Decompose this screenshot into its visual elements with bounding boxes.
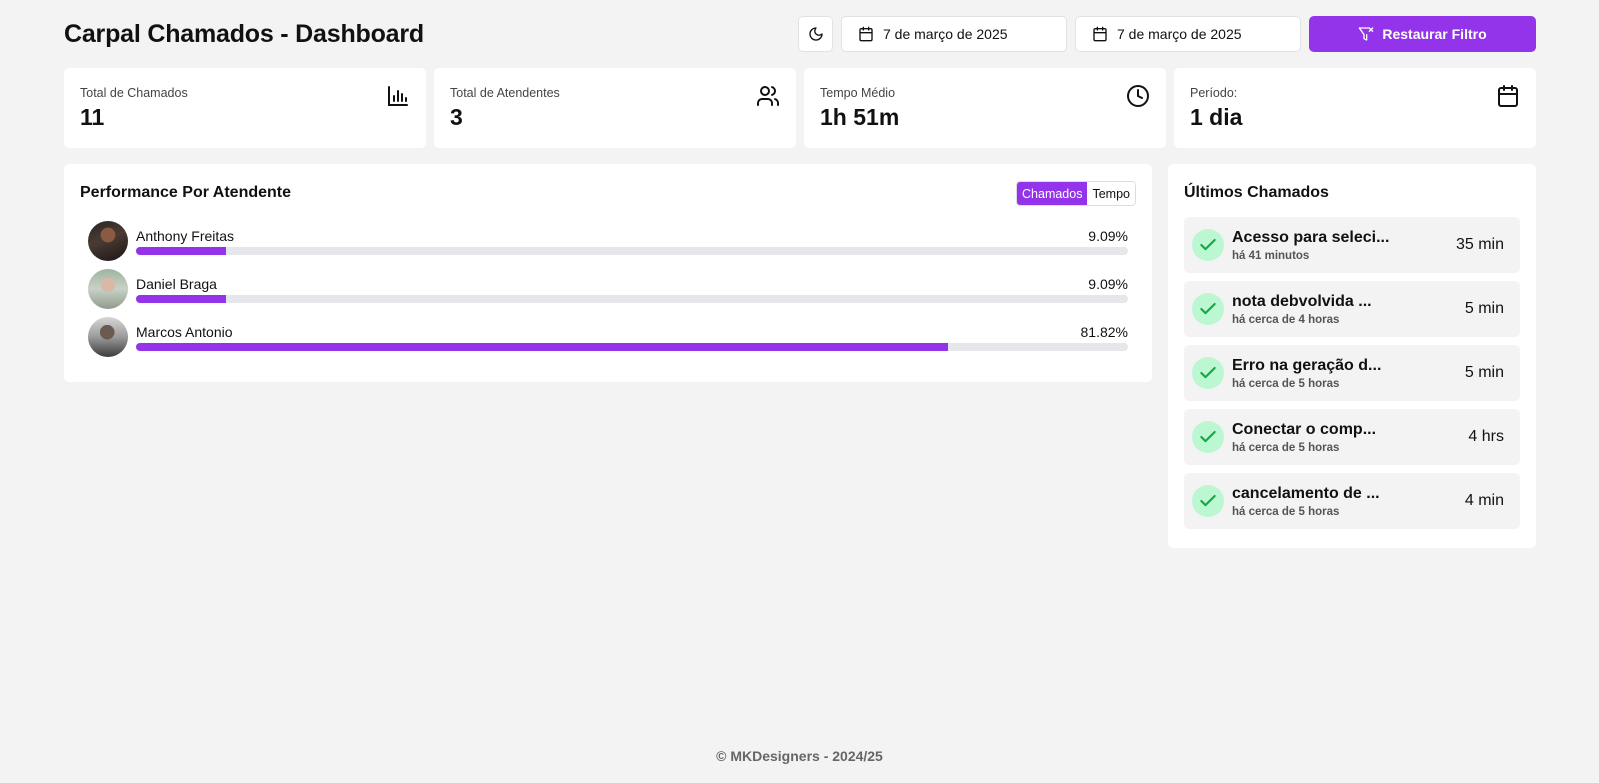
stat-value: 1 dia [1190,104,1243,130]
bar-chart-icon [388,86,408,106]
progress-track [136,294,1128,303]
agent-name: Marcos Antonio [136,323,233,340]
ticket-duration: 5 min [1464,364,1504,381]
clock-icon [1127,85,1149,107]
ticket-title: Acesso para seleci... [1232,228,1390,246]
check-icon [1200,302,1216,315]
ticket-duration: 35 min [1455,236,1504,253]
ticket-title: Erro na geração d... [1232,356,1382,374]
progress-fill [136,246,227,255]
ticket-duration: 5 min [1464,300,1504,317]
toggle-tempo[interactable]: Tempo [1087,182,1135,205]
ticket-time: há cerca de 5 horas [1232,505,1340,518]
stat-card-total-atendentes: Total de Atendentes 3 [434,68,796,148]
filter-x-icon [1359,27,1374,41]
check-icon [1200,238,1216,251]
ticket-title: cancelamento de ... [1232,484,1380,502]
status-check [1192,421,1224,453]
ticket-duration: 4 min [1464,492,1504,509]
status-check [1192,293,1224,325]
ticket-item[interactable]: nota debvolvida ... há cerca de 4 horas … [1184,281,1520,337]
stat-label: Total de Chamados [80,86,188,100]
calendar-icon [1498,85,1518,107]
progress-track [136,246,1128,255]
agent-row: Marcos Antonio 81.82% [80,313,1136,361]
moon-icon [808,27,823,41]
date-end-label: 7 de março de 2025 [1117,26,1242,42]
stat-card-periodo: Período: 1 dia [1174,68,1536,148]
status-check [1192,485,1224,517]
stat-value: 3 [450,104,463,130]
date-end-picker[interactable]: 7 de março de 2025 [1075,16,1301,52]
stat-label: Tempo Médio [820,86,896,100]
reset-filter-button[interactable]: Restaurar Filtro [1309,16,1536,52]
ticket-title: nota debvolvida ... [1232,292,1372,310]
recent-tickets-card: Últimos Chamados Acesso para seleci... h… [1168,164,1536,548]
agent-info: Daniel Braga 9.09% [136,276,1128,303]
ticket-item[interactable]: Conectar o comp... há cerca de 5 horas 4… [1184,409,1520,465]
ticket-duration: 4 hrs [1468,428,1504,445]
calendar-icon [859,26,873,42]
toggle-chamados[interactable]: Chamados [1017,182,1088,205]
avatar [88,269,128,309]
agent-name: Daniel Braga [136,275,217,292]
calendar-icon [1093,26,1107,42]
ticket-time: há cerca de 4 horas [1232,313,1340,326]
agent-list: Anthony Freitas 9.09% Daniel Braga 9.09% [80,217,1136,361]
ticket-item[interactable]: Erro na geração d... há cerca de 5 horas… [1184,345,1520,401]
stat-label: Período: [1190,86,1238,100]
stat-value: 11 [80,104,105,130]
header: Carpal Chamados - Dashboard 7 de março d… [64,16,1536,52]
check-icon [1200,494,1216,507]
performance-title: Performance Por Atendente [80,184,292,201]
recent-title: Últimos Chamados [1184,184,1329,201]
stat-label: Total de Atendentes [450,86,560,100]
progress-track [136,342,1128,351]
date-start-label: 7 de março de 2025 [883,26,1008,42]
stat-card-tempo-medio: Tempo Médio 1h 51m [804,68,1166,148]
ticket-item[interactable]: Acesso para seleci... há 41 minutos 35 m… [1184,217,1520,273]
ticket-title: Conectar o comp... [1232,420,1377,438]
agent-info: Anthony Freitas 9.09% [136,228,1128,255]
theme-toggle-button[interactable] [798,16,833,52]
stat-value: 1h 51m [820,104,900,130]
avatar [88,221,128,261]
agent-info: Marcos Antonio 81.82% [136,324,1128,351]
status-check [1192,229,1224,261]
status-check [1192,357,1224,389]
agent-percent: 9.09% [1088,227,1128,244]
agent-row: Anthony Freitas 9.09% [80,217,1136,265]
agent-percent: 81.82% [1080,323,1128,340]
stats-row: Total de Chamados 11 Total de Atendentes… [64,68,1536,148]
toolbar: 7 de março de 2025 7 de março de 2025 Re… [798,16,1536,52]
agent-name: Anthony Freitas [136,227,235,244]
stat-card-total-chamados: Total de Chamados 11 [64,68,426,148]
ticket-time: há cerca de 5 horas [1232,441,1340,454]
ticket-time: há 41 minutos [1232,249,1310,262]
reset-filter-label: Restaurar Filtro [1382,26,1487,42]
ticket-item[interactable]: cancelamento de ... há cerca de 5 horas … [1184,473,1520,529]
users-icon [757,86,779,106]
ticket-list: Acesso para seleci... há 41 minutos 35 m… [1184,217,1520,529]
agent-row: Daniel Braga 9.09% [80,265,1136,313]
check-icon [1200,430,1216,443]
ticket-time: há cerca de 5 horas [1232,377,1340,390]
footer-copyright: © MKDesigners - 2024/25 [716,748,883,764]
metric-toggle: Chamados Tempo [1016,181,1136,206]
progress-fill [136,342,948,351]
check-icon [1200,366,1216,379]
agent-percent: 9.09% [1088,275,1128,292]
page-title: Carpal Chamados - Dashboard [64,19,424,48]
date-start-picker[interactable]: 7 de março de 2025 [841,16,1067,52]
performance-card: Performance Por Atendente Chamados Tempo… [64,164,1152,382]
avatar [88,317,128,357]
progress-fill [136,294,227,303]
